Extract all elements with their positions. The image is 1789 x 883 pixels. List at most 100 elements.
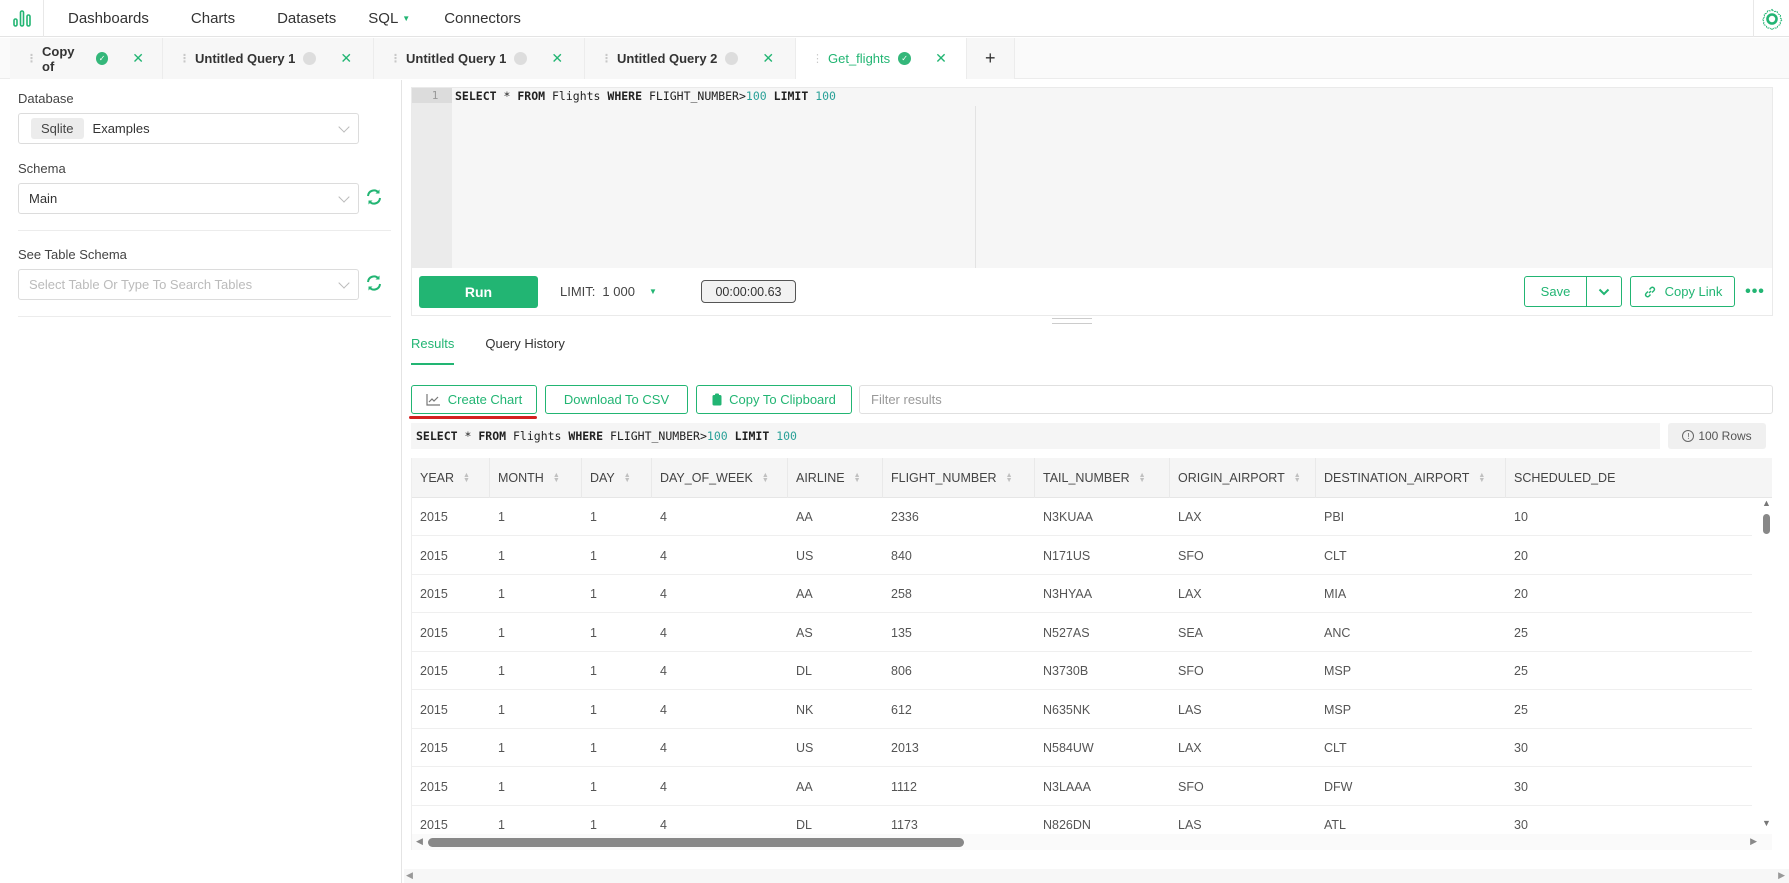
table-select[interactable]: Select Table Or Type To Search Tables xyxy=(18,269,359,300)
table-cell: 1 xyxy=(498,741,505,755)
save-button[interactable]: Save xyxy=(1524,276,1587,307)
page-horizontal-scrollbar[interactable]: ◀ ▶ xyxy=(404,869,1789,883)
drag-handle-icon[interactable]: ⋮ xyxy=(812,52,823,65)
tab-results[interactable]: Results xyxy=(411,336,455,365)
query-tab[interactable]: ⋮ Untitled Query 2 ✕ xyxy=(585,38,796,79)
table-row[interactable]: 2015 1 1 4 NK 612 N635NK LAS MSP 25 xyxy=(412,690,1752,729)
annotation-underline xyxy=(409,416,537,419)
query-tab-active[interactable]: ⋮ Get_flights ✓ ✕ xyxy=(796,38,967,79)
scrollbar-thumb[interactable] xyxy=(428,838,964,847)
sort-icon[interactable]: ▲ ▼ xyxy=(1139,472,1146,484)
sort-icon[interactable]: ▲ ▼ xyxy=(1006,472,1013,484)
drag-handle-icon[interactable]: ⋮ xyxy=(26,52,37,65)
table-row[interactable]: 2015 1 1 4 DL 806 N3730B SFO MSP 25 xyxy=(412,652,1752,690)
column-header[interactable]: AIRLINE ▲ ▼ xyxy=(788,458,883,498)
table-cell: LAX xyxy=(1178,510,1202,524)
column-header[interactable]: SCHEDULED_DE xyxy=(1506,458,1626,498)
table-row[interactable]: 2015 1 1 4 AS 135 N527AS SEA ANC 25 xyxy=(412,613,1752,652)
table-cell: N3KUAA xyxy=(1043,510,1094,524)
sort-icon[interactable]: ▲ ▼ xyxy=(1478,472,1485,484)
query-tab[interactable]: ⋮ Untitled Query 1 ✕ xyxy=(163,38,374,79)
add-tab-button[interactable]: + xyxy=(967,38,1015,79)
download-csv-button[interactable]: Download To CSV xyxy=(545,385,688,414)
close-tab-icon[interactable]: ✕ xyxy=(762,50,774,67)
scroll-right-icon[interactable]: ▶ xyxy=(1750,836,1757,847)
table-row[interactable]: 2015 1 1 4 US 840 N171US SFO CLT 20 xyxy=(412,536,1752,575)
settings-gear-icon[interactable] xyxy=(1753,0,1789,37)
table-row[interactable]: 2015 1 1 4 US 2013 N584UW LAX CLT 30 xyxy=(412,729,1752,767)
table-cell: 1 xyxy=(498,664,505,678)
idle-status-icon xyxy=(725,52,739,65)
column-header[interactable]: DAY ▲ ▼ xyxy=(582,458,652,498)
drag-handle-icon[interactable]: ⋮ xyxy=(601,52,612,65)
limit-dropdown[interactable]: LIMIT: 1 000 ▼ xyxy=(560,284,657,299)
scroll-right-icon[interactable]: ▶ xyxy=(1778,870,1785,881)
drag-handle-icon[interactable]: ⋮ xyxy=(390,52,401,65)
scroll-left-icon[interactable]: ◀ xyxy=(406,870,413,881)
copy-clipboard-button[interactable]: Copy To Clipboard xyxy=(696,385,852,414)
column-header[interactable]: TAIL_NUMBER ▲ ▼ xyxy=(1035,458,1170,498)
close-tab-icon[interactable]: ✕ xyxy=(935,50,947,67)
table-cell: 2336 xyxy=(891,510,919,524)
refresh-tables-icon[interactable] xyxy=(365,274,383,292)
column-header[interactable]: MONTH ▲ ▼ xyxy=(490,458,582,498)
sql-editor[interactable]: 1 SELECT * FROM Flights WHERE FLIGHT_NUM… xyxy=(412,88,1772,268)
sort-icon[interactable]: ▲ ▼ xyxy=(762,472,769,484)
table-cell: 1 xyxy=(498,587,505,601)
column-header[interactable]: DAY_OF_WEEK ▲ ▼ xyxy=(652,458,788,498)
table-cell: 1 xyxy=(498,510,505,524)
nav-datasets[interactable]: Datasets xyxy=(275,10,338,27)
close-tab-icon[interactable]: ✕ xyxy=(551,50,563,67)
more-options-icon[interactable]: ••• xyxy=(1743,282,1767,302)
nav-charts[interactable]: Charts xyxy=(189,10,237,27)
refresh-schema-icon[interactable] xyxy=(365,188,383,206)
table-cell: 1 xyxy=(590,625,597,640)
drag-handle-icon[interactable]: ⋮ xyxy=(179,52,190,65)
column-header[interactable]: DESTINATION_AIRPORT ▲ ▼ xyxy=(1316,458,1506,498)
sort-icon[interactable]: ▲ ▼ xyxy=(463,472,470,484)
nav-charts-label: Charts xyxy=(190,9,236,27)
table-cell: 135 xyxy=(891,625,912,640)
sql-code[interactable]: SELECT * FROM Flights WHERE FLIGHT_NUMBE… xyxy=(455,89,836,104)
query-tab[interactable]: ⋮ Untitled Query 1 ✕ xyxy=(374,38,585,79)
tab-label: Untitled Query 2 xyxy=(617,51,718,66)
sort-icon[interactable]: ▲ ▼ xyxy=(854,472,861,484)
close-tab-icon[interactable]: ✕ xyxy=(132,50,144,67)
database-select[interactable]: Sqlite Examples xyxy=(18,113,359,144)
scroll-down-icon[interactable]: ▼ xyxy=(1762,818,1771,828)
copy-link-button[interactable]: Copy Link xyxy=(1630,276,1735,307)
table-row[interactable]: 2015 1 1 4 AA 2336 N3KUAA LAX PBI 10 xyxy=(412,498,1752,536)
divider xyxy=(18,230,391,231)
column-header[interactable]: ORIGIN_AIRPORT ▲ ▼ xyxy=(1170,458,1316,498)
panel-resize-handle[interactable] xyxy=(1052,318,1092,324)
table-cell: 612 xyxy=(891,702,912,717)
sort-icon[interactable]: ▲ ▼ xyxy=(624,472,631,484)
table-cell: 840 xyxy=(891,548,912,563)
create-chart-button[interactable]: Create Chart xyxy=(411,385,537,414)
nav-dashboards[interactable]: Dashboards xyxy=(66,10,151,27)
horizontal-scrollbar[interactable]: ◀ ▶ xyxy=(412,834,1772,850)
scrollbar-thumb[interactable] xyxy=(1763,514,1770,534)
sort-icon[interactable]: ▲ ▼ xyxy=(1294,472,1301,484)
nav-connectors[interactable]: Connectors xyxy=(442,10,523,27)
close-tab-icon[interactable]: ✕ xyxy=(340,50,352,67)
run-button[interactable]: Run xyxy=(419,276,538,308)
scroll-left-icon[interactable]: ◀ xyxy=(416,836,423,847)
column-header[interactable]: FLIGHT_NUMBER ▲ ▼ xyxy=(883,458,1035,498)
column-header[interactable]: YEAR ▲ ▼ xyxy=(412,458,490,498)
vertical-scrollbar[interactable]: ▲ ▼ xyxy=(1759,498,1772,828)
scroll-up-icon[interactable]: ▲ xyxy=(1762,498,1771,508)
schema-select[interactable]: Main xyxy=(18,183,359,214)
save-dropdown-button[interactable] xyxy=(1586,276,1622,307)
query-tab[interactable]: ⋮ Copy of ✓ ✕ xyxy=(10,38,163,79)
sort-icon[interactable]: ▲ ▼ xyxy=(553,472,560,484)
table-cell: 1 xyxy=(590,587,597,601)
app-logo-icon[interactable] xyxy=(0,0,44,37)
table-row[interactable]: 2015 1 1 4 AA 258 N3HYAA LAX MIA 20 xyxy=(412,575,1752,613)
nav-sql[interactable]: SQL ▼ xyxy=(366,10,412,27)
filter-results-input[interactable] xyxy=(859,385,1773,414)
tab-query-history[interactable]: Query History xyxy=(485,336,564,365)
plus-icon: + xyxy=(985,48,996,68)
table-row[interactable]: 2015 1 1 4 AA 1112 N3LAAA SFO DFW 30 xyxy=(412,767,1752,806)
table-cell: N171US xyxy=(1043,548,1091,563)
